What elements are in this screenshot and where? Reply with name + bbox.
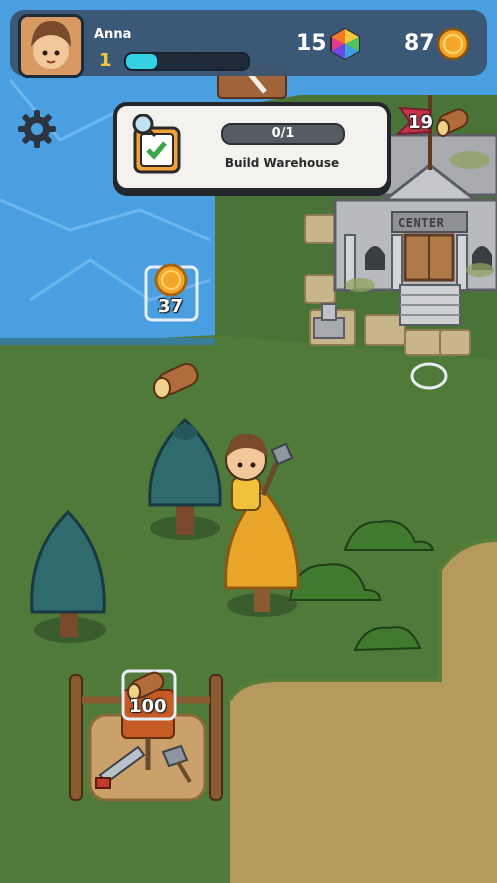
gem-icon[interactable] <box>328 27 362 61</box>
settings-gear-icon[interactable] <box>16 108 58 150</box>
quest-progress-bar: 0/1 <box>221 123 345 145</box>
building-wood-requirement: 19 <box>408 112 434 133</box>
sawmill-wood-cost: 100 <box>129 696 167 717</box>
quest-progress-text: 0/1 <box>271 126 295 141</box>
building-name-sign: CENTER <box>398 216 445 230</box>
quest-checklist-icon <box>132 114 181 174</box>
xp-progress-fill <box>126 54 157 69</box>
gems-count: 15 <box>296 31 327 56</box>
coin-icon[interactable] <box>436 27 470 61</box>
player-level: 1 <box>99 50 112 71</box>
quest-panel[interactable]: 0/1 Build Warehouse <box>113 102 391 192</box>
coins-count: 87 <box>404 31 435 56</box>
quest-title: Build Warehouse <box>224 156 340 170</box>
coin-drop-value: 37 <box>158 296 184 317</box>
player-avatar[interactable] <box>18 14 84 78</box>
player-name: Anna <box>94 27 132 42</box>
xp-progress-bar <box>124 52 250 71</box>
